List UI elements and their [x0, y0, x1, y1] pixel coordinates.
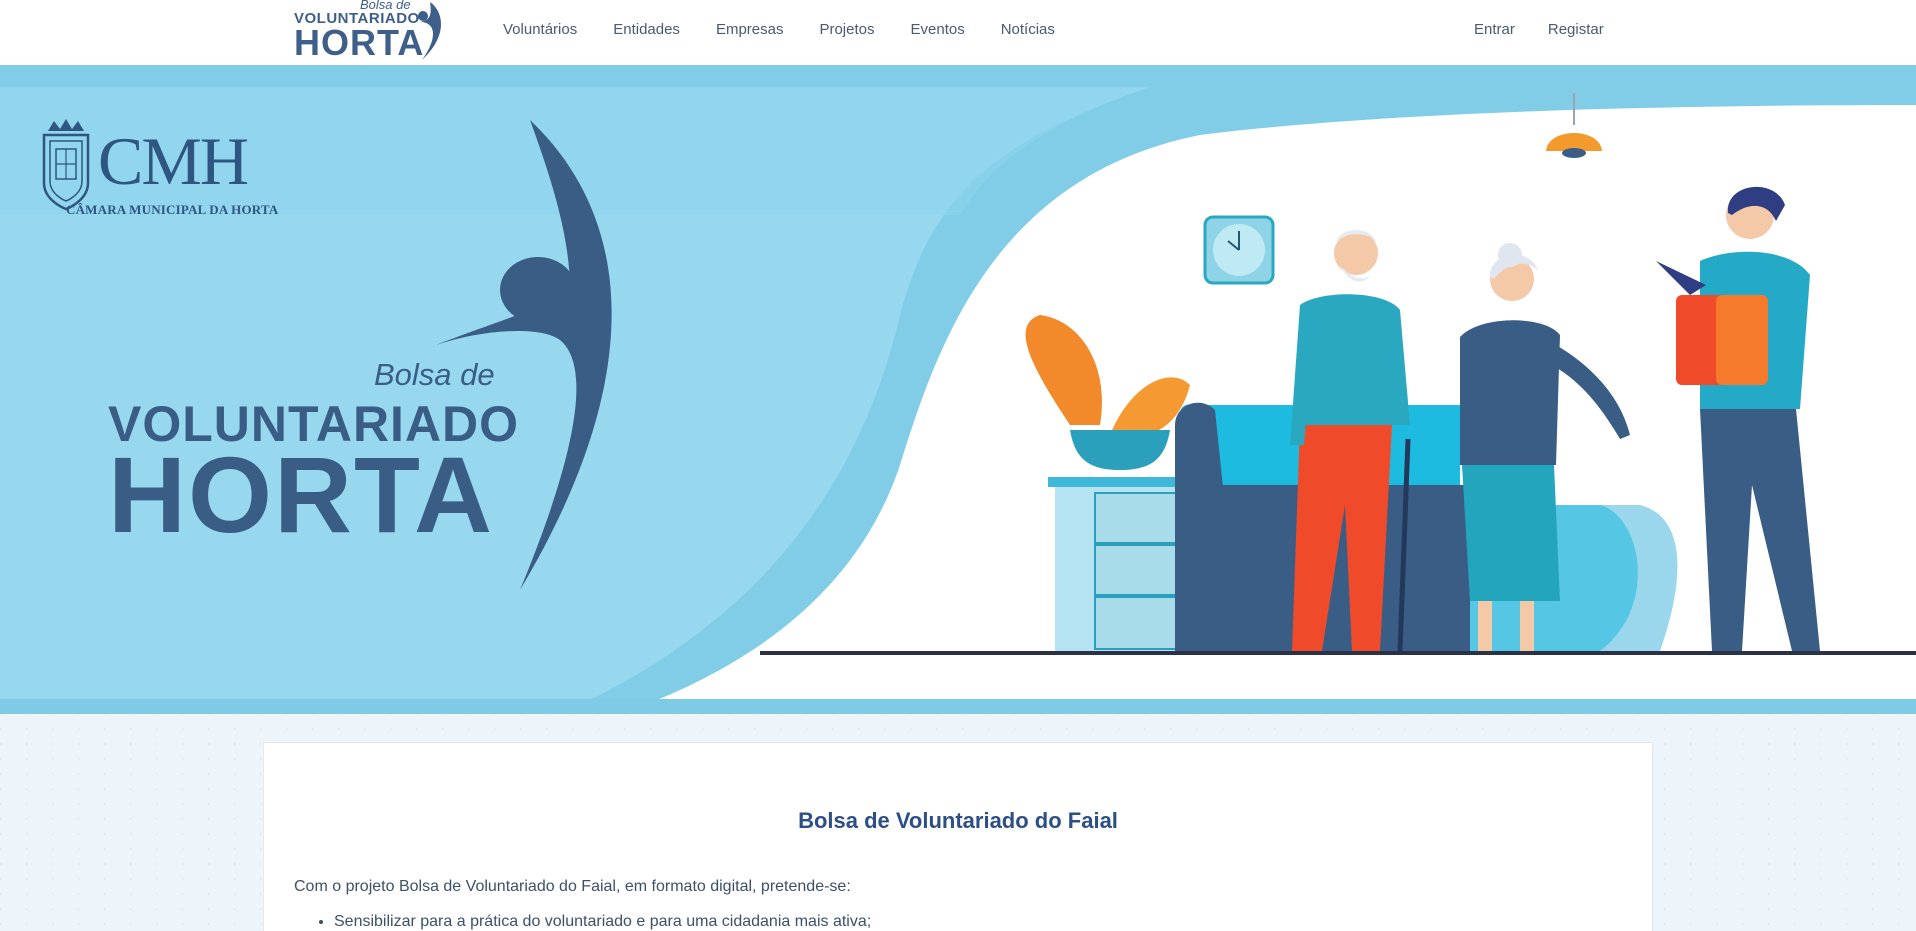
nav-eventos[interactable]: Eventos [911, 21, 965, 38]
login-link[interactable]: Entrar [1474, 21, 1515, 38]
nav-projetos[interactable]: Projetos [819, 21, 874, 38]
coat-of-arms-icon [42, 119, 90, 211]
list-item: Sensibilizar para a prática do voluntari… [334, 913, 871, 931]
nav-voluntarios[interactable]: Voluntários [503, 21, 577, 38]
intro-card: Bolsa de Voluntariado do Faial Com o pro… [263, 742, 1653, 931]
nav-entidades[interactable]: Entidades [613, 21, 680, 38]
logo-line3: HORTA [294, 22, 425, 63]
hero-logo-line3: HORTA [108, 434, 494, 555]
nav-empresas[interactable]: Empresas [716, 21, 784, 38]
intro-paragraph: Com o projeto Bolsa de Voluntariado do F… [294, 878, 851, 895]
intro-title: Bolsa de Voluntariado do Faial [798, 808, 1118, 833]
top-navigation-bar: Bolsa de VOLUNTARIADO HORTA Voluntários … [0, 0, 1916, 65]
nav-noticias[interactable]: Notícias [1001, 21, 1055, 38]
hero-logo-line1: Bolsa de [374, 357, 495, 392]
hero-background [0, 65, 1916, 714]
hero-banner: CMH CÂMARA MUNICIPAL DA HORTA Bolsa de V… [0, 65, 1916, 714]
register-link[interactable]: Registar [1548, 21, 1604, 38]
auth-links: Entrar Registar [1474, 21, 1637, 38]
site-logo[interactable]: Bolsa de VOLUNTARIADO HORTA [292, 0, 452, 63]
cmh-subtitle: CÂMARA MUNICIPAL DA HORTA [66, 202, 279, 217]
intro-bullet-list: Sensibilizar para a prática do voluntari… [334, 913, 871, 931]
logo-figure-icon [418, 2, 442, 60]
cmh-letters: CMH [98, 123, 249, 199]
main-nav: Voluntários Entidades Empresas Projetos … [503, 21, 1091, 38]
